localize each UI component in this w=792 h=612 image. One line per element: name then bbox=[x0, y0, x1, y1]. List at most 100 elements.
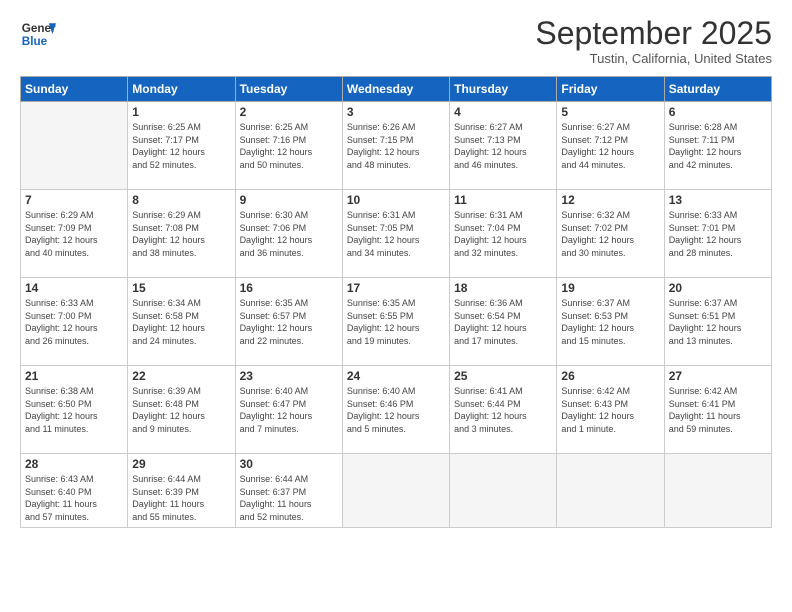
calendar-cell: 2Sunrise: 6:25 AM Sunset: 7:16 PM Daylig… bbox=[235, 102, 342, 190]
calendar-cell: 21Sunrise: 6:38 AM Sunset: 6:50 PM Dayli… bbox=[21, 366, 128, 454]
day-number: 4 bbox=[454, 105, 552, 119]
calendar-cell: 15 Sunrise: 6:34 AM Sunset: 6:58 PM Dayli… bbox=[128, 278, 235, 366]
calendar-cell: 1 Sunrise: 6:25 AM Sunset: 7:17 PM Daylig… bbox=[128, 102, 235, 190]
calendar-cell: 30 Sunrise: 6:44 AM Sunset: 6:37 PM Dayli… bbox=[235, 454, 342, 527]
calendar-cell: 28 Sunrise: 6:43 AM Sunset: 6:40 PM Dayli… bbox=[21, 454, 128, 527]
day-number: 23 bbox=[240, 369, 338, 383]
day-number: 14 bbox=[25, 281, 123, 295]
calendar-cell: 12 Sunrise: 6:32 AM Sunset: 7:02 PM Dayli… bbox=[557, 190, 664, 278]
day-number: 6 bbox=[669, 105, 767, 119]
day-number: 16 bbox=[240, 281, 338, 295]
day-info: Sunrise: 6:33 AM Sunset: 7:00 PM Dayligh… bbox=[25, 297, 123, 347]
calendar-cell: 13 Sunrise: 6:33 AM Sunset: 7:01 PM Dayli… bbox=[664, 190, 771, 278]
day-info: Sunrise: 6:41 AM Sunset: 6:44 PM Dayligh… bbox=[454, 385, 552, 435]
calendar-cell: 9Sunrise: 6:30 AM Sunset: 7:06 PM Daylig… bbox=[235, 190, 342, 278]
day-number: 26 bbox=[561, 369, 659, 383]
day-info: Sunrise: 6:40 AM Sunset: 6:46 PM Dayligh… bbox=[347, 385, 445, 435]
header: General Blue September 2025 Tustin, Cali… bbox=[20, 16, 772, 66]
day-info: Sunrise: 6:28 AM Sunset: 7:11 PM Dayligh… bbox=[669, 121, 767, 171]
week-row-5: 28 Sunrise: 6:43 AM Sunset: 6:40 PM Dayli… bbox=[21, 454, 772, 527]
day-info: Sunrise: 6:44 AM Sunset: 6:39 PM Dayligh… bbox=[132, 473, 230, 523]
day-info: Sunrise: 6:37 AM Sunset: 6:51 PM Dayligh… bbox=[669, 297, 767, 347]
title-block: September 2025 Tustin, California, Unite… bbox=[535, 16, 772, 66]
day-info: Sunrise: 6:42 AM Sunset: 6:41 PM Dayligh… bbox=[669, 385, 767, 435]
calendar-cell: 25 Sunrise: 6:41 AM Sunset: 6:44 PM Dayli… bbox=[450, 366, 557, 454]
logo: General Blue bbox=[20, 16, 56, 52]
month-title: September 2025 bbox=[535, 16, 772, 51]
weekday-header-wednesday: Wednesday bbox=[342, 77, 449, 102]
calendar-cell: 22Sunrise: 6:39 AM Sunset: 6:48 PM Dayli… bbox=[128, 366, 235, 454]
weekday-header-thursday: Thursday bbox=[450, 77, 557, 102]
calendar-cell: 6 Sunrise: 6:28 AM Sunset: 7:11 PM Daylig… bbox=[664, 102, 771, 190]
day-number: 24 bbox=[347, 369, 445, 383]
day-info: Sunrise: 6:27 AM Sunset: 7:12 PM Dayligh… bbox=[561, 121, 659, 171]
week-row-3: 14 Sunrise: 6:33 AM Sunset: 7:00 PM Dayli… bbox=[21, 278, 772, 366]
day-info: Sunrise: 6:34 AM Sunset: 6:58 PM Dayligh… bbox=[132, 297, 230, 347]
day-info: Sunrise: 6:27 AM Sunset: 7:13 PM Dayligh… bbox=[454, 121, 552, 171]
day-number: 28 bbox=[25, 457, 123, 471]
calendar-cell bbox=[557, 454, 664, 527]
day-info: Sunrise: 6:35 AM Sunset: 6:55 PM Dayligh… bbox=[347, 297, 445, 347]
svg-text:Blue: Blue bbox=[22, 35, 48, 48]
weekday-header-friday: Friday bbox=[557, 77, 664, 102]
day-info: Sunrise: 6:31 AM Sunset: 7:04 PM Dayligh… bbox=[454, 209, 552, 259]
calendar-cell: 14 Sunrise: 6:33 AM Sunset: 7:00 PM Dayli… bbox=[21, 278, 128, 366]
day-number: 30 bbox=[240, 457, 338, 471]
day-number: 15 bbox=[132, 281, 230, 295]
calendar-cell bbox=[21, 102, 128, 190]
day-number: 1 bbox=[132, 105, 230, 119]
day-info: Sunrise: 6:25 AM Sunset: 7:16 PM Dayligh… bbox=[240, 121, 338, 171]
calendar-cell: 24 Sunrise: 6:40 AM Sunset: 6:46 PM Dayli… bbox=[342, 366, 449, 454]
day-number: 25 bbox=[454, 369, 552, 383]
day-number: 13 bbox=[669, 193, 767, 207]
calendar-cell: 3Sunrise: 6:26 AM Sunset: 7:15 PM Daylig… bbox=[342, 102, 449, 190]
day-info: Sunrise: 6:33 AM Sunset: 7:01 PM Dayligh… bbox=[669, 209, 767, 259]
day-info: Sunrise: 6:30 AM Sunset: 7:06 PM Dayligh… bbox=[240, 209, 338, 259]
calendar: SundayMondayTuesdayWednesdayThursdayFrid… bbox=[20, 76, 772, 527]
calendar-cell: 20 Sunrise: 6:37 AM Sunset: 6:51 PM Dayli… bbox=[664, 278, 771, 366]
day-number: 20 bbox=[669, 281, 767, 295]
weekday-header-monday: Monday bbox=[128, 77, 235, 102]
day-info: Sunrise: 6:37 AM Sunset: 6:53 PM Dayligh… bbox=[561, 297, 659, 347]
page: General Blue September 2025 Tustin, Cali… bbox=[0, 0, 792, 612]
day-number: 29 bbox=[132, 457, 230, 471]
day-info: Sunrise: 6:42 AM Sunset: 6:43 PM Dayligh… bbox=[561, 385, 659, 435]
day-info: Sunrise: 6:40 AM Sunset: 6:47 PM Dayligh… bbox=[240, 385, 338, 435]
calendar-cell bbox=[664, 454, 771, 527]
day-number: 7 bbox=[25, 193, 123, 207]
day-number: 19 bbox=[561, 281, 659, 295]
calendar-cell: 26 Sunrise: 6:42 AM Sunset: 6:43 PM Dayli… bbox=[557, 366, 664, 454]
day-number: 17 bbox=[347, 281, 445, 295]
day-info: Sunrise: 6:29 AM Sunset: 7:08 PM Dayligh… bbox=[132, 209, 230, 259]
calendar-cell: 17 Sunrise: 6:35 AM Sunset: 6:55 PM Dayli… bbox=[342, 278, 449, 366]
logo-icon: General Blue bbox=[20, 16, 56, 52]
calendar-cell: 8Sunrise: 6:29 AM Sunset: 7:08 PM Daylig… bbox=[128, 190, 235, 278]
calendar-cell: 23 Sunrise: 6:40 AM Sunset: 6:47 PM Dayli… bbox=[235, 366, 342, 454]
day-info: Sunrise: 6:32 AM Sunset: 7:02 PM Dayligh… bbox=[561, 209, 659, 259]
weekday-header-tuesday: Tuesday bbox=[235, 77, 342, 102]
day-info: Sunrise: 6:25 AM Sunset: 7:17 PM Dayligh… bbox=[132, 121, 230, 171]
calendar-cell: 29 Sunrise: 6:44 AM Sunset: 6:39 PM Dayli… bbox=[128, 454, 235, 527]
calendar-cell: 11 Sunrise: 6:31 AM Sunset: 7:04 PM Dayli… bbox=[450, 190, 557, 278]
calendar-cell bbox=[342, 454, 449, 527]
calendar-cell: 16Sunrise: 6:35 AM Sunset: 6:57 PM Dayli… bbox=[235, 278, 342, 366]
day-info: Sunrise: 6:43 AM Sunset: 6:40 PM Dayligh… bbox=[25, 473, 123, 523]
day-number: 18 bbox=[454, 281, 552, 295]
calendar-cell: 7Sunrise: 6:29 AM Sunset: 7:09 PM Daylig… bbox=[21, 190, 128, 278]
day-number: 5 bbox=[561, 105, 659, 119]
day-number: 12 bbox=[561, 193, 659, 207]
week-row-4: 21Sunrise: 6:38 AM Sunset: 6:50 PM Dayli… bbox=[21, 366, 772, 454]
calendar-cell: 19 Sunrise: 6:37 AM Sunset: 6:53 PM Dayli… bbox=[557, 278, 664, 366]
calendar-cell: 18 Sunrise: 6:36 AM Sunset: 6:54 PM Dayli… bbox=[450, 278, 557, 366]
calendar-cell: 5 Sunrise: 6:27 AM Sunset: 7:12 PM Daylig… bbox=[557, 102, 664, 190]
location: Tustin, California, United States bbox=[535, 51, 772, 66]
day-number: 10 bbox=[347, 193, 445, 207]
calendar-cell: 27 Sunrise: 6:42 AM Sunset: 6:41 PM Dayli… bbox=[664, 366, 771, 454]
day-info: Sunrise: 6:44 AM Sunset: 6:37 PM Dayligh… bbox=[240, 473, 338, 523]
day-info: Sunrise: 6:26 AM Sunset: 7:15 PM Dayligh… bbox=[347, 121, 445, 171]
day-info: Sunrise: 6:39 AM Sunset: 6:48 PM Dayligh… bbox=[132, 385, 230, 435]
weekday-header-saturday: Saturday bbox=[664, 77, 771, 102]
day-number: 27 bbox=[669, 369, 767, 383]
day-info: Sunrise: 6:36 AM Sunset: 6:54 PM Dayligh… bbox=[454, 297, 552, 347]
day-number: 11 bbox=[454, 193, 552, 207]
